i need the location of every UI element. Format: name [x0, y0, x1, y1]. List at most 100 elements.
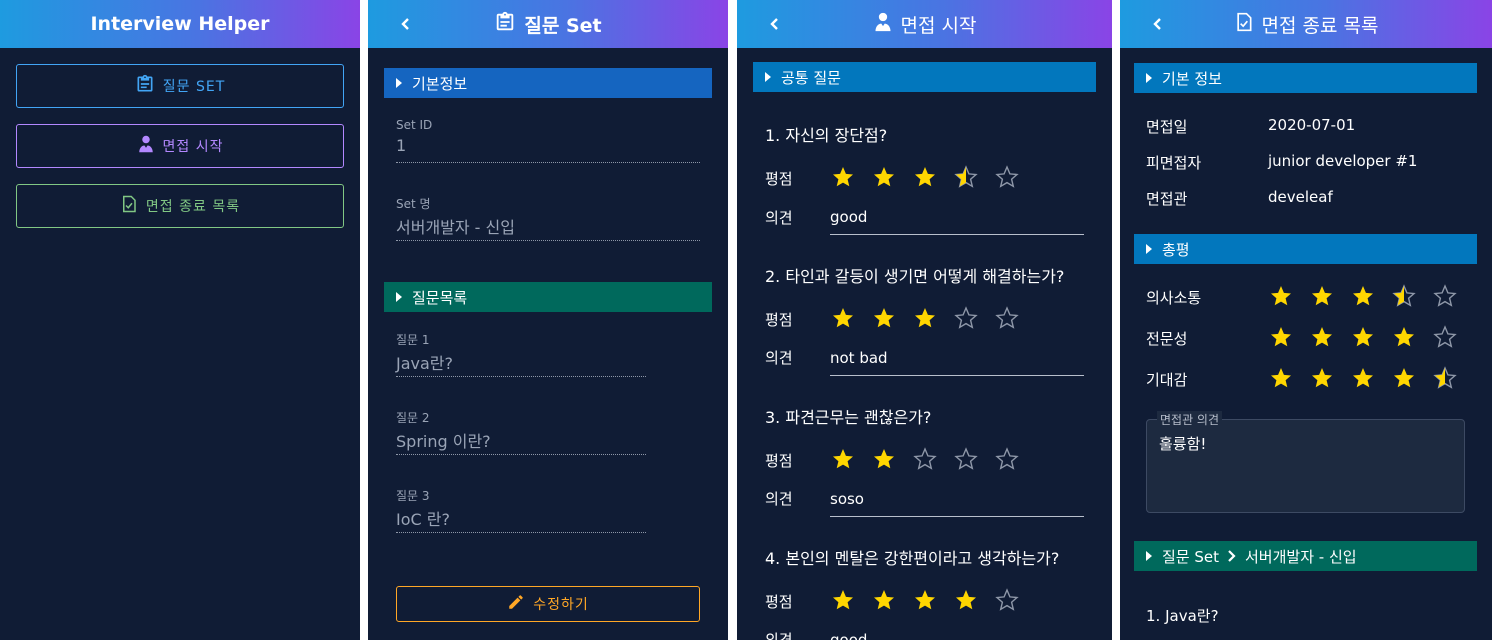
star-full-icon — [1269, 326, 1310, 348]
opinion-text: 훌륭함! — [1159, 435, 1207, 453]
star-full-icon[interactable] — [872, 307, 913, 329]
star-empty-icon[interactable] — [913, 447, 954, 470]
opinion-label: 의견 — [765, 209, 793, 227]
question-text: 2. 타인과 갈등이 생기면 어떻게 해결하는가? — [765, 267, 1065, 286]
opinion-textarea[interactable]: 면접관 의견 훌륭함! — [1146, 411, 1465, 513]
clipboard-icon — [494, 11, 516, 38]
star-rating[interactable] — [831, 447, 1036, 470]
section-common-questions: 공통 질문 — [753, 62, 1096, 92]
star-rating[interactable] — [831, 165, 1036, 188]
input-underline — [830, 234, 1084, 235]
star-full-icon — [1269, 285, 1310, 307]
star-empty-icon[interactable] — [995, 447, 1036, 470]
set-name-field[interactable]: 서버개발자 - 신입 — [396, 214, 515, 238]
star-empty-icon[interactable] — [954, 306, 995, 329]
back-button[interactable] — [1146, 12, 1170, 36]
section-label: 질문목록 — [412, 288, 468, 307]
star-empty-icon[interactable] — [995, 588, 1036, 611]
caret-right-icon — [1146, 244, 1152, 254]
star-empty-icon[interactable] — [995, 306, 1036, 329]
app-bar: 면접 시작 — [737, 0, 1112, 48]
app-bar: Interview Helper — [0, 0, 360, 48]
score-label: 기대감 — [1146, 371, 1188, 389]
caret-right-icon — [396, 292, 402, 302]
star-empty-icon[interactable] — [995, 165, 1036, 188]
question-text: 4. 본인의 멘탈은 강한편이라고 생각하는가? — [765, 549, 1060, 568]
question-text: 1. 자신의 장단점? — [765, 126, 888, 145]
edit-button[interactable]: 수정하기 — [396, 586, 700, 622]
caret-right-icon — [765, 72, 771, 82]
app-bar: 면접 종료 목록 — [1120, 0, 1492, 48]
question-label: 질문 3 — [396, 489, 430, 503]
set-name-label: Set 명 — [396, 197, 431, 211]
star-full-icon[interactable] — [831, 589, 872, 611]
menu-label: 면접 시작 — [162, 139, 224, 155]
star-empty-icon[interactable] — [954, 447, 995, 470]
divider — [396, 162, 700, 163]
question-label: 질문 1 — [396, 333, 430, 347]
question-text: 3. 파견근무는 괜찮은가? — [765, 408, 932, 427]
opinion-label: 의견 — [765, 349, 793, 367]
section-question-set: 질문 Set 서버개발자 - 신입 — [1134, 541, 1477, 571]
set-id-label: Set ID — [396, 118, 433, 132]
caret-right-icon — [1146, 73, 1152, 83]
back-button[interactable] — [763, 12, 787, 36]
star-full-icon[interactable] — [831, 448, 872, 470]
section-basic-info: 기본정보 — [384, 68, 712, 98]
caret-right-icon — [396, 78, 402, 88]
section-label: 공통 질문 — [781, 68, 841, 87]
file-check-icon — [1234, 11, 1254, 38]
star-full-icon[interactable] — [872, 166, 913, 188]
page-title: 질문 Set — [524, 14, 602, 37]
star-full-icon[interactable] — [872, 448, 913, 470]
info-key: 면접관 — [1146, 190, 1188, 208]
question-label: 질문 2 — [396, 411, 430, 425]
score-label: 의사소통 — [1146, 289, 1202, 307]
star-full-icon[interactable] — [831, 307, 872, 329]
opinion-input[interactable]: good — [830, 631, 867, 640]
star-full-icon[interactable] — [913, 166, 954, 188]
clipboard-icon — [135, 74, 155, 98]
star-rating — [1269, 325, 1474, 348]
star-half-icon — [1433, 366, 1474, 389]
star-full-icon[interactable] — [872, 589, 913, 611]
section-question-list: 질문목록 — [384, 282, 712, 312]
star-full-icon — [1310, 367, 1351, 389]
panel-question-set: 질문 Set 기본정보 Set ID 1 Set 명 서버개발자 - 신입 질문… — [368, 0, 728, 640]
star-rating[interactable] — [831, 306, 1036, 329]
input-underline — [830, 516, 1084, 517]
star-full-icon[interactable] — [913, 307, 954, 329]
star-full-icon[interactable] — [831, 166, 872, 188]
opinion-input[interactable]: not bad — [830, 349, 888, 367]
page-title: 면접 종료 목록 — [1261, 14, 1379, 37]
question-text: 1. Java란? — [1146, 607, 1219, 625]
question-field[interactable]: Java란? — [396, 350, 453, 374]
interview-start-button[interactable]: 면접 시작 — [16, 124, 344, 168]
panel-finished-list: 면접 종료 목록 기본 정보 면접일 2020-07-01 피면접자 junio… — [1120, 0, 1492, 640]
opinion-input[interactable]: soso — [830, 490, 864, 508]
star-empty-icon — [1433, 325, 1474, 348]
interview-finished-list-button[interactable]: 면접 종료 목록 — [16, 184, 344, 228]
edit-label: 수정하기 — [533, 597, 589, 613]
star-rating[interactable] — [831, 588, 1036, 611]
divider — [396, 376, 646, 377]
info-key: 피면접자 — [1146, 154, 1202, 172]
set-id-field[interactable]: 1 — [396, 136, 406, 155]
question-set-button[interactable]: 질문 SET — [16, 64, 344, 108]
section-label: 총평 — [1162, 240, 1190, 259]
menu-label: 질문 SET — [162, 79, 226, 95]
star-full-icon[interactable] — [913, 589, 954, 611]
opinion-input[interactable]: good — [830, 208, 867, 226]
back-button[interactable] — [394, 12, 418, 36]
star-full-icon[interactable] — [954, 589, 995, 611]
rating-label: 평점 — [765, 593, 793, 611]
section-basic-info: 기본 정보 — [1134, 63, 1477, 93]
star-rating — [1269, 284, 1474, 307]
question-field[interactable]: Spring 이란? — [396, 428, 491, 452]
rating-label: 평점 — [765, 170, 793, 188]
info-value: junior developer #1 — [1268, 152, 1418, 170]
question-field[interactable]: IoC 란? — [396, 506, 450, 530]
score-label: 전문성 — [1146, 330, 1188, 348]
star-half-icon[interactable] — [954, 165, 995, 188]
star-empty-icon — [1433, 284, 1474, 307]
